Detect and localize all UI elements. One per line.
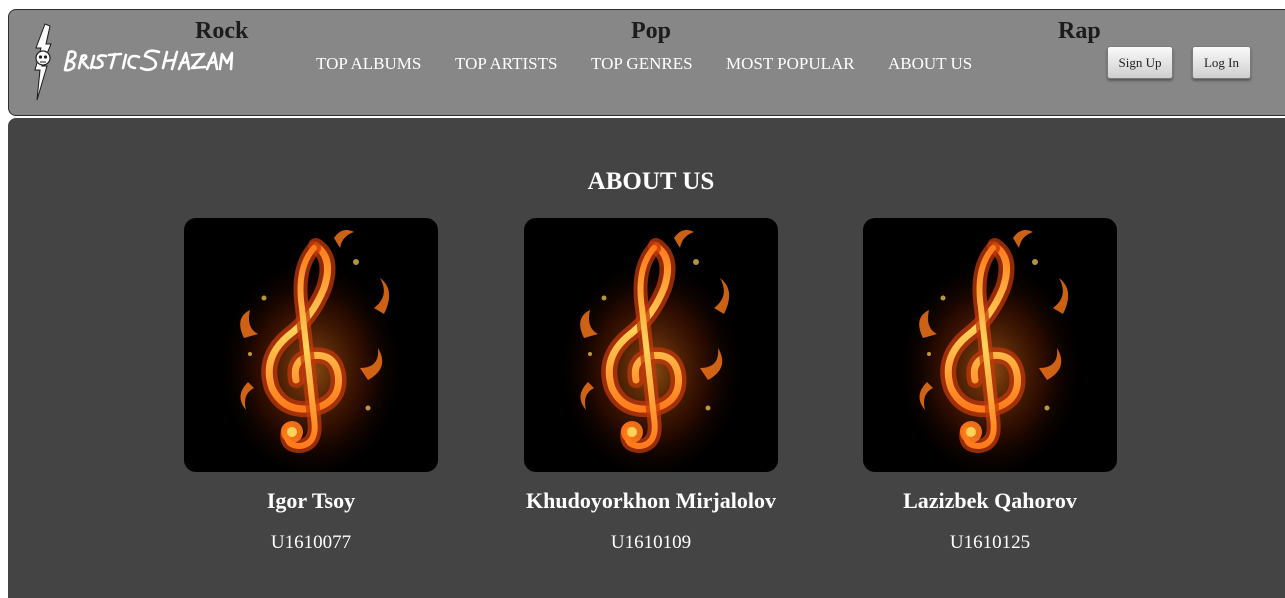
nav-top-genres[interactable]: TOP GENRES — [591, 54, 693, 74]
nav-top-albums[interactable]: TOP ALBUMS — [316, 54, 421, 74]
member-id: U1610125 — [949, 532, 1031, 553]
nav-top-artists[interactable]: TOP ARTISTS — [455, 54, 557, 74]
log-in-button[interactable]: Log In — [1192, 46, 1251, 79]
member-photo — [184, 218, 438, 472]
member-photo — [524, 218, 778, 472]
member-name: Igor Tsoy — [266, 488, 356, 513]
member-id: U1610077 — [270, 532, 352, 553]
genre-rock-link[interactable]: Rock — [195, 18, 248, 45]
page-title: ABOUT US — [587, 168, 715, 195]
nav-most-popular[interactable]: MOST POPULAR — [726, 54, 855, 74]
member-name: Khudoyorkhon Mirjalolov — [526, 488, 776, 513]
member-name: Lazizbek Qahorov — [903, 488, 1077, 513]
genre-pop-link[interactable]: Pop — [631, 18, 671, 45]
about-us-section: ABOUT US Igor Tsoy U1610077 Khudoyorkhon… — [8, 118, 1285, 598]
flaming-treble-clef-icon — [556, 230, 746, 472]
sign-up-button[interactable]: Sign Up — [1107, 46, 1173, 79]
member-photo — [863, 218, 1117, 472]
genre-rap-link[interactable]: Rap — [1058, 18, 1101, 45]
site-header: Rock Pop Rap TOP ALBUMS TOP ARTISTS TOP … — [8, 9, 1285, 116]
flaming-treble-clef-icon — [895, 230, 1085, 472]
nav-about-us[interactable]: ABOUT US — [888, 54, 972, 74]
flaming-treble-clef-icon — [216, 230, 406, 472]
member-id: U1610109 — [610, 532, 692, 553]
